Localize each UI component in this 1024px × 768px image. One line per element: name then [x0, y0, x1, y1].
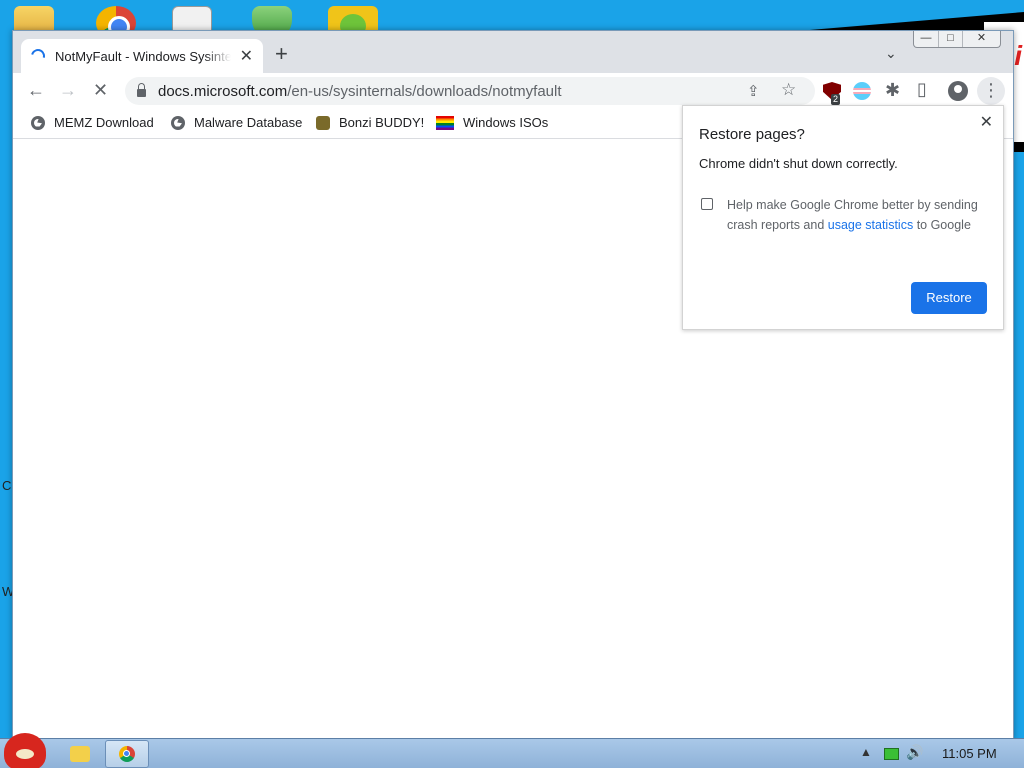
bookmark-malware-database[interactable]: Malware Database [171, 115, 302, 130]
start-button-icon[interactable] [4, 733, 46, 768]
bookmark-star-icon[interactable]: ☆ [781, 80, 796, 100]
toolbar: ← → ✕ docs.microsoft.com/en-us/sysintern… [13, 73, 1013, 109]
new-tab-button[interactable]: + [275, 43, 288, 65]
back-icon[interactable]: ← [27, 80, 45, 101]
rainbow-flag-icon [436, 115, 454, 130]
lock-icon[interactable] [137, 83, 146, 97]
maximize-button[interactable]: □ [938, 31, 962, 47]
stop-loading-icon[interactable]: ✕ [93, 80, 108, 101]
url-path: /en-us/sysinternals/downloads/notmyfault [287, 82, 562, 100]
bonzi-icon [316, 115, 330, 130]
bookmark-label: Windows ISOs [463, 115, 549, 130]
ublock-badge: 2 [831, 94, 841, 105]
desktop-edge-text: C [2, 478, 12, 493]
window-controls: — □ ✕ [913, 31, 1001, 48]
minimize-button[interactable]: — [914, 31, 938, 47]
tab-close-icon[interactable]: ✕ [240, 46, 253, 66]
bookmark-windows-isos[interactable]: Windows ISOs [436, 115, 548, 130]
chrome-taskbar-button[interactable] [105, 740, 149, 768]
network-icon[interactable] [884, 748, 899, 760]
globe-icon [171, 115, 185, 130]
desktop-icons [0, 0, 400, 40]
bookmark-label: MEMZ Download [54, 115, 154, 130]
checkbox-text-end: to Google [913, 218, 971, 232]
tab-search-icon[interactable]: ⌄ [885, 45, 897, 62]
clock[interactable]: 11:05 PM [942, 746, 997, 761]
trans-flag-extension-icon[interactable] [853, 82, 871, 100]
extensions-puzzle-icon[interactable]: ✱ [885, 80, 900, 101]
restore-pages-dialog: ✕ Restore pages? Chrome didn't shut down… [682, 105, 1004, 330]
bookmark-bonzi-buddy[interactable]: Bonzi BUDDY! [316, 115, 424, 130]
side-panel-icon[interactable]: ▯ [917, 79, 927, 100]
restore-button[interactable]: Restore [911, 282, 987, 314]
address-bar[interactable]: docs.microsoft.com/en-us/sysinternals/do… [125, 77, 815, 105]
bookmark-memz-download[interactable]: MEMZ Download [31, 115, 154, 130]
chrome-icon [119, 746, 135, 762]
forward-icon[interactable]: → [59, 80, 77, 101]
volume-icon[interactable]: 🔊 [906, 744, 923, 761]
chrome-menu-button[interactable]: ⋮ [977, 77, 1005, 105]
globe-icon [31, 115, 45, 130]
bookmark-label: Bonzi BUDDY! [339, 115, 425, 130]
usage-statistics-link[interactable]: usage statistics [828, 218, 913, 232]
show-hidden-icons-icon[interactable]: ▲ [860, 745, 872, 759]
profile-avatar-icon[interactable] [948, 81, 968, 101]
url-host: docs.microsoft.com [158, 82, 288, 100]
tab-title: NotMyFault - Windows Sysinternals [55, 48, 231, 64]
taskbar: ▲ 🔊 11:05 PM [0, 733, 1024, 768]
chrome-window: NotMyFault - Windows Sysinternals ✕ + ⌄ … [12, 30, 1014, 740]
tab-notmyfault[interactable]: NotMyFault - Windows Sysinternals ✕ [21, 39, 263, 73]
share-icon[interactable]: ⇪ [747, 82, 760, 100]
dialog-message: Chrome didn't shut down correctly. [699, 156, 898, 171]
desktop-scribble-text: i [1014, 40, 1022, 71]
close-window-button[interactable]: ✕ [962, 31, 1000, 47]
explorer-taskbar-icon[interactable] [70, 746, 90, 762]
crash-reports-checkbox[interactable] [701, 198, 713, 210]
loading-spinner-icon [28, 46, 48, 66]
crash-reports-label: Help make Google Chrome better by sendin… [727, 195, 987, 235]
bookmark-label: Malware Database [194, 115, 303, 130]
dialog-close-icon[interactable]: ✕ [980, 112, 993, 132]
tab-strip: NotMyFault - Windows Sysinternals ✕ + ⌄ … [13, 31, 1013, 73]
dialog-title: Restore pages? [699, 126, 805, 143]
